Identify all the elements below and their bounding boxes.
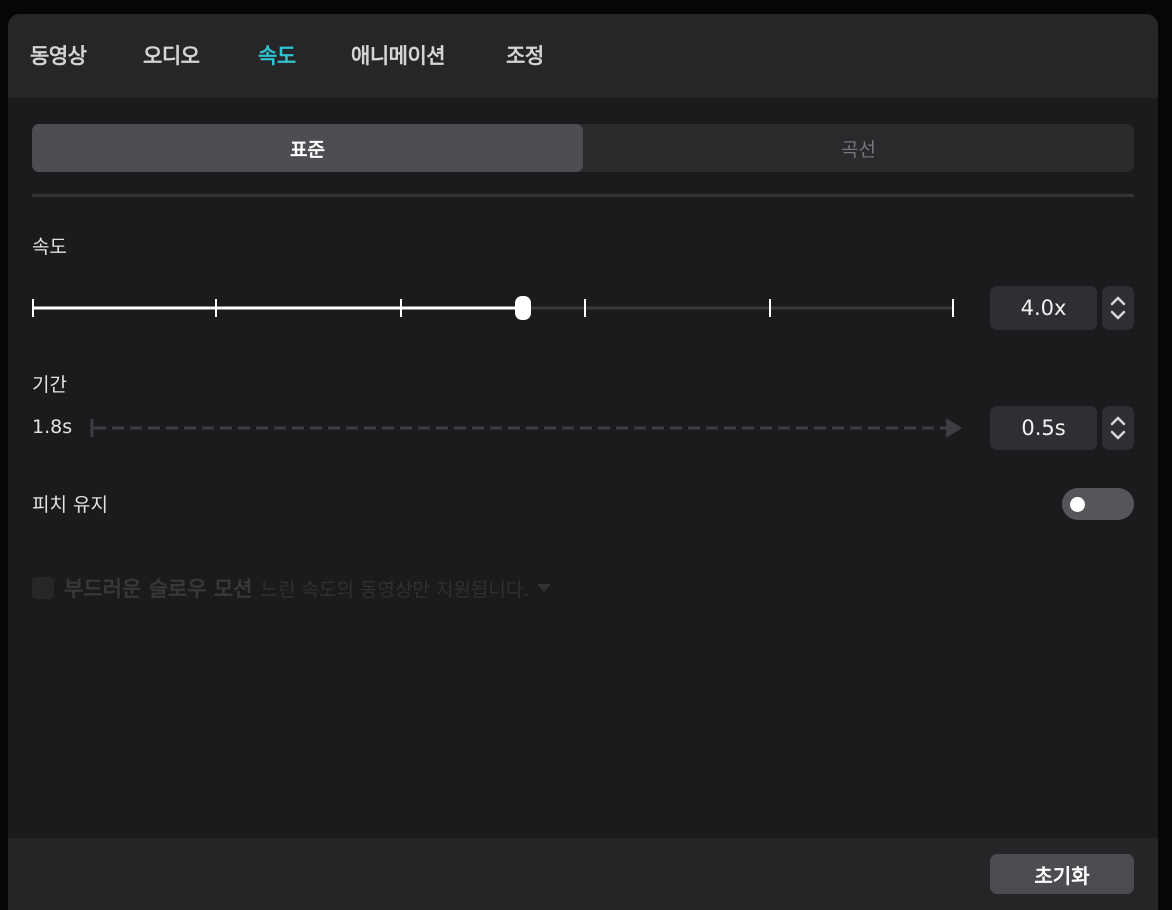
speed-label: 속도 — [32, 236, 67, 258]
duration-arrow — [90, 418, 962, 438]
mode-segmented-control: 표준 곡선 — [32, 124, 1134, 172]
keep-pitch-toggle[interactable] — [1062, 488, 1134, 520]
arrow-right-icon — [946, 418, 962, 438]
speed-value-input[interactable]: 4.0x — [990, 286, 1097, 330]
standard-mode-button[interactable]: 표준 — [32, 124, 583, 172]
tab-bar: 동영상 오디오 속도 애니메이션 조정 — [8, 14, 1158, 98]
speed-slider[interactable] — [32, 294, 954, 322]
reset-button[interactable]: 초기화 — [990, 854, 1134, 894]
tab-speed[interactable]: 속도 — [258, 40, 296, 70]
keep-pitch-label: 피치 유지 — [32, 494, 108, 516]
tab-adjust[interactable]: 조정 — [506, 40, 544, 70]
tab-video[interactable]: 동영상 — [30, 40, 87, 70]
smooth-slow-motion-row: 부드러운 슬로우 모션 느린 속도의 동영상만 지원됩니다. — [32, 574, 552, 602]
duration-stepper[interactable] — [1102, 406, 1134, 450]
toggle-knob — [1070, 497, 1085, 512]
caret-down-icon[interactable] — [537, 584, 552, 592]
divider — [32, 194, 1134, 197]
chevron-up-down-icon — [1110, 296, 1126, 320]
footer: 초기화 — [8, 838, 1158, 910]
smooth-slow-motion-note: 느린 속도의 동영상만 지원됩니다. — [260, 578, 530, 601]
smooth-slow-motion-label: 부드러운 슬로우 모션 — [64, 577, 253, 601]
chevron-up-down-icon — [1110, 416, 1126, 440]
speed-stepper[interactable] — [1102, 286, 1134, 330]
tab-audio[interactable]: 오디오 — [143, 40, 200, 70]
duration-value-input[interactable]: 0.5s — [990, 406, 1097, 450]
original-duration: 1.8s — [32, 416, 73, 438]
tab-animation[interactable]: 애니메이션 — [351, 40, 446, 70]
curve-mode-button[interactable]: 곡선 — [583, 124, 1134, 172]
speed-panel: 동영상 오디오 속도 애니메이션 조정 표준 곡선 속도 4.0x 기간 1.8… — [8, 14, 1158, 910]
duration-label: 기간 — [32, 374, 67, 396]
slider-thumb[interactable] — [515, 296, 531, 320]
smooth-slow-motion-checkbox[interactable] — [32, 577, 54, 599]
